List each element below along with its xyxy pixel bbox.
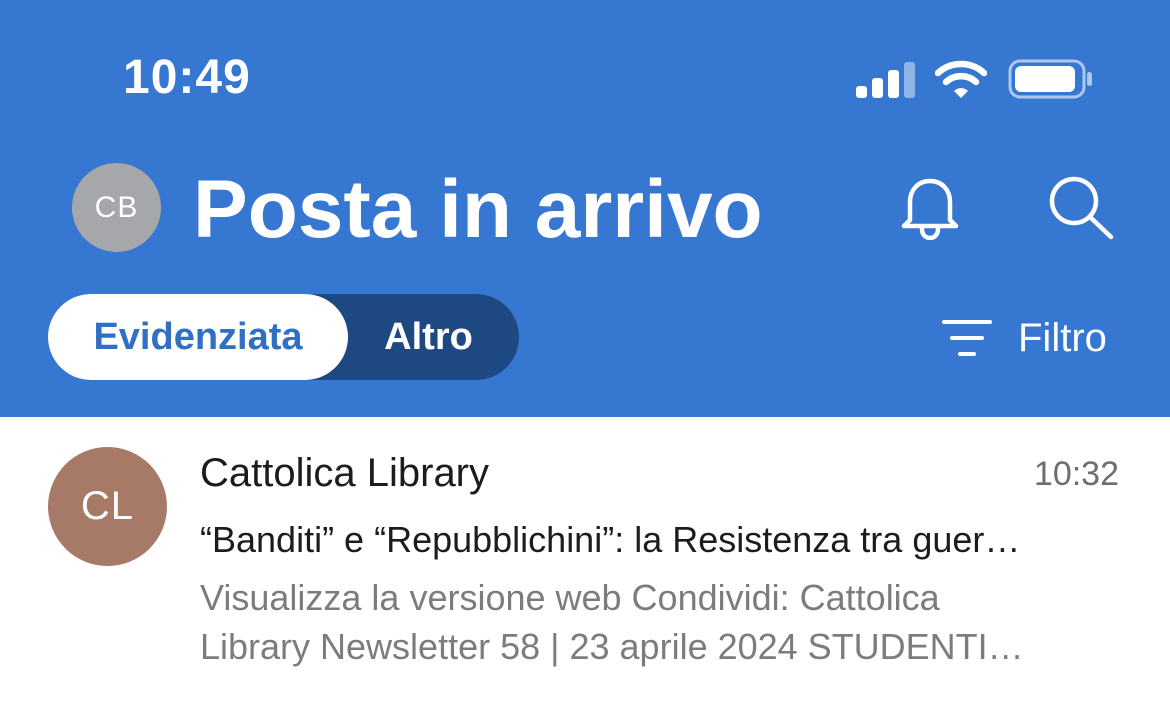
message-preview-line: Visualizza la versione web Condividi: Ca…: [200, 577, 940, 618]
search-button[interactable]: [1043, 172, 1117, 242]
wifi-icon: [935, 60, 987, 98]
message-list-item[interactable]: CL Cattolica Library 10:32 “Banditi” e “…: [0, 417, 1170, 701]
message-time: 10:32: [1033, 455, 1119, 493]
account-avatar[interactable]: CB: [72, 163, 161, 252]
message-preview: Visualizza la versione web Condividi: Ca…: [200, 573, 1122, 671]
filter-icon: [942, 320, 992, 356]
inbox-tabs: Evidenziata Altro: [48, 294, 519, 380]
bell-icon: [901, 178, 959, 240]
tab-evidenziata[interactable]: Evidenziata: [48, 294, 348, 380]
notifications-button[interactable]: [895, 172, 965, 242]
status-bar-time: 10:49: [123, 51, 251, 104]
cellular-signal-icon: [856, 62, 915, 98]
message-preview-line: Library Newsletter 58 | 23 aprile 2024 S…: [200, 626, 1024, 667]
tab-altro[interactable]: Altro: [348, 294, 519, 380]
app-header: 10:49 CB Posta in arrivo Evidenziata Alt…: [0, 0, 1170, 417]
sender-avatar: CL: [48, 447, 167, 566]
filter-label: Filtro: [1018, 315, 1107, 360]
battery-icon: [1008, 59, 1092, 99]
search-icon: [1049, 176, 1114, 240]
status-bar-icons: [852, 56, 1102, 100]
page-title: Posta in arrivo: [193, 164, 763, 255]
filter-button[interactable]: Filtro: [942, 310, 1107, 366]
message-subject: “Banditi” e “Repubblichini”: la Resisten…: [200, 519, 1021, 560]
sender-name: Cattolica Library: [200, 451, 490, 495]
